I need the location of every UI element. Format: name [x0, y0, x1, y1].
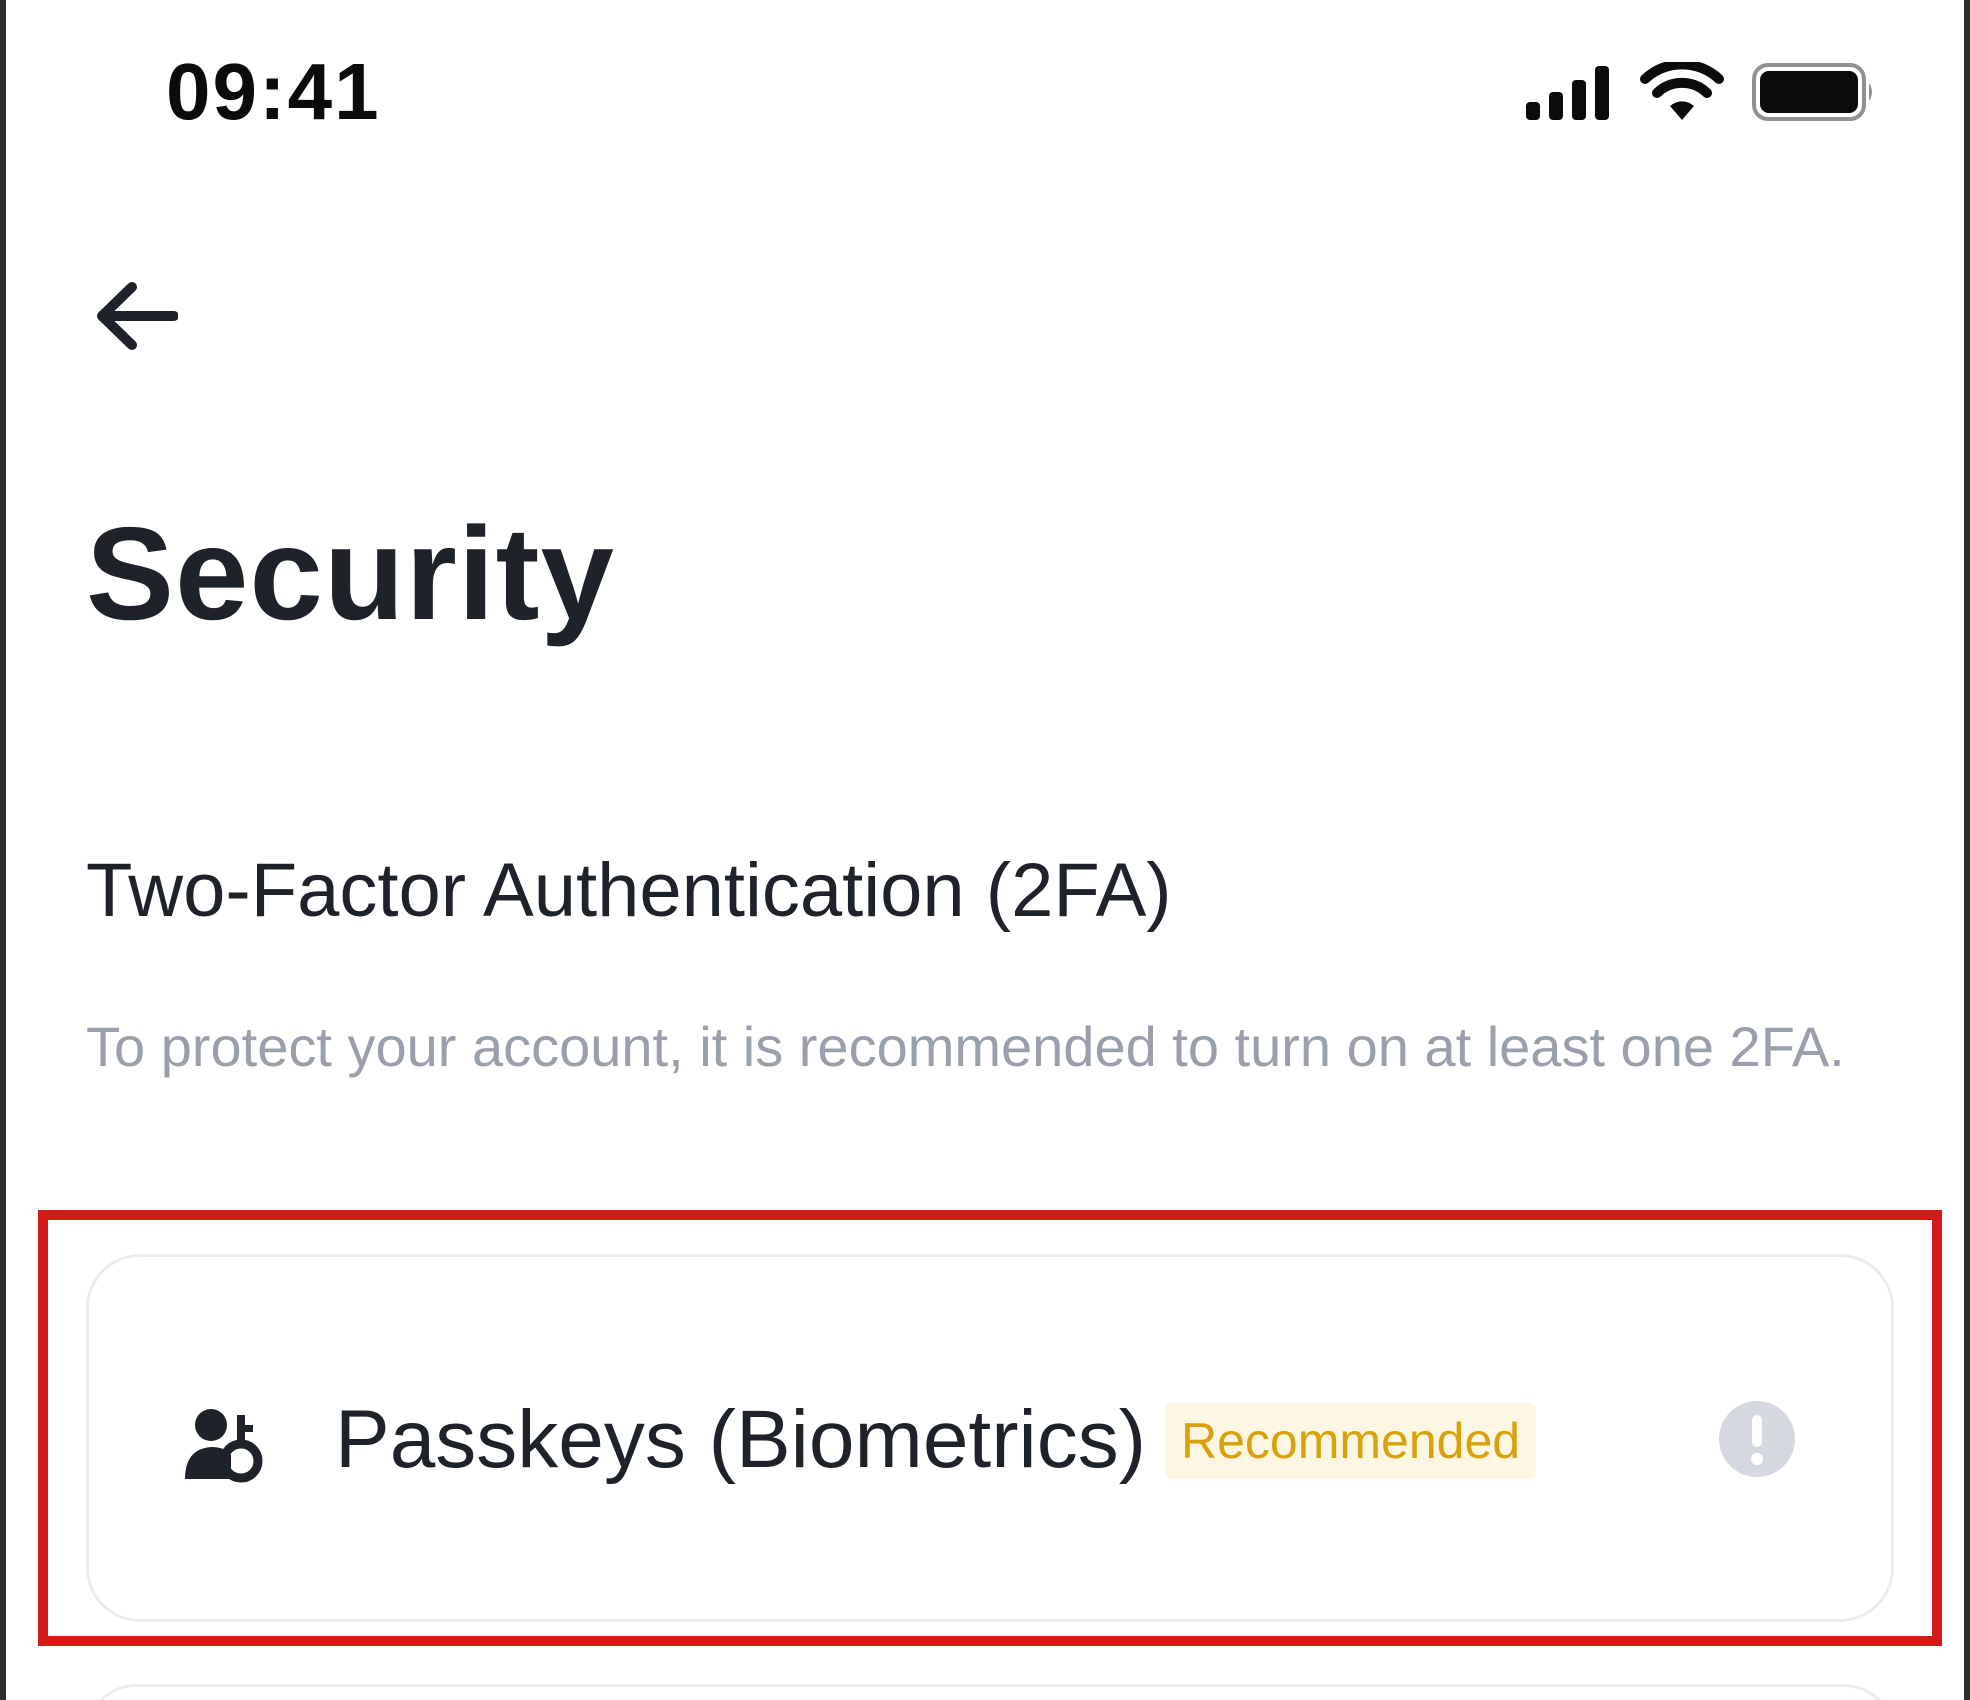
page-title: Security: [86, 500, 615, 647]
status-bar-time: 09:41: [166, 47, 381, 136]
section-title-2fa: Two-Factor Authentication (2FA): [86, 848, 1172, 933]
battery-icon: [1752, 62, 1876, 122]
next-option-card[interactable]: [86, 1684, 1894, 1700]
section-description-2fa: To protect your account, it is recommend…: [86, 1015, 1845, 1078]
wifi-icon: [1640, 62, 1724, 122]
cellular-signal-icon: [1526, 64, 1612, 120]
arrow-left-icon: [94, 281, 179, 356]
phone-screen: 09:41 Security Two-Factor Authentication…: [6, 0, 1964, 1700]
back-button[interactable]: [94, 276, 190, 360]
status-bar-icons: [1526, 62, 1876, 122]
highlight-frame: [38, 1210, 1942, 1646]
